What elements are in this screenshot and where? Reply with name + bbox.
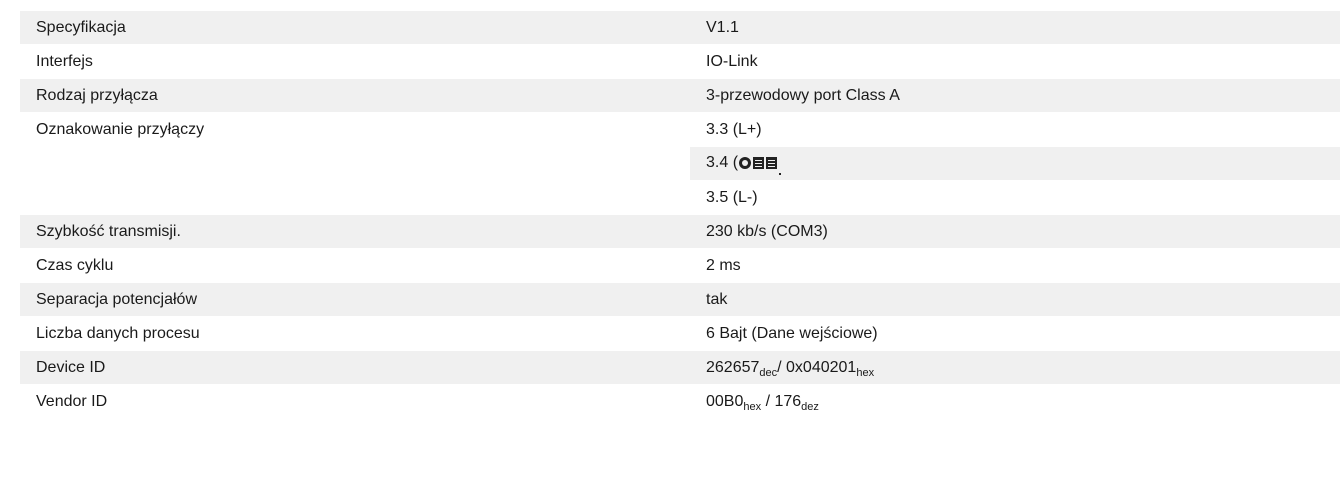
spec-label: Oznakowanie przyłączy (20, 112, 690, 215)
spec-value: 230 kb/s (COM3) (690, 214, 1340, 249)
table-row: Szybkość transmisji. 230 kb/s (COM3) (20, 214, 1340, 249)
spec-value: V1.1 (690, 10, 1340, 45)
spec-value: 6 Bajt (Dane wejściowe) (690, 316, 1340, 351)
connector-symbol-icon (739, 155, 782, 175)
spec-value: 2 ms (690, 248, 1340, 283)
spec-label: Szybkość transmisji. (20, 214, 690, 249)
vendor-id-dec: / 176 (761, 392, 802, 410)
spec-label: Vendor ID (20, 384, 690, 418)
unit-subscript: hex (856, 366, 875, 379)
spec-value: 3.3 (L+) (690, 112, 1340, 147)
spec-value: 3.4 ( (690, 146, 1340, 181)
unit-subscript: hex (743, 400, 762, 413)
spec-label: Device ID (20, 350, 690, 385)
iec-symbol-icon (753, 156, 765, 169)
dot-icon (779, 172, 782, 175)
device-id-dec: 262657 (706, 358, 760, 376)
table-row: Oznakowanie przyłączy 3.3 (L+) (20, 112, 1340, 215)
iec-symbol-icon (766, 156, 778, 169)
spec-label: Liczba danych procesu (20, 316, 690, 351)
vendor-id-hex: 00B0 (706, 392, 744, 410)
table-row: Vendor ID 00B0hex / 176dez (20, 384, 1340, 418)
spec-value: IO-Link (690, 44, 1340, 79)
unit-subscript: dec (759, 366, 778, 379)
table-row: Separacja potencjałów tak (20, 282, 1340, 317)
device-id-hex: / 0x040201 (777, 358, 857, 376)
table-row: Specyfikacja V1.1 (20, 10, 1340, 45)
spec-value: 00B0hex / 176dez (690, 384, 1340, 418)
unit-subscript: dez (801, 400, 819, 413)
spec-label: Interfejs (20, 44, 690, 79)
spec-value: 262657dec/ 0x040201hex (690, 350, 1340, 385)
table-row: Device ID 262657dec/ 0x040201hex (20, 350, 1340, 385)
spec-value-text: 3.4 ( (706, 153, 739, 171)
spec-label: Czas cyklu (20, 248, 690, 283)
spec-value: 3-przewodowy port Class A (690, 78, 1340, 113)
table-row: Interfejs IO-Link (20, 44, 1340, 79)
table-row: Liczba danych procesu 6 Bajt (Dane wejśc… (20, 316, 1340, 351)
spec-label: Rodzaj przyłącza (20, 78, 690, 113)
table-row: Czas cyklu 2 ms (20, 248, 1340, 283)
spec-label: Specyfikacja (20, 10, 690, 45)
spec-value: 3.5 (L-) (690, 180, 1340, 215)
spec-value: tak (690, 282, 1340, 317)
specification-table: Specyfikacja V1.1 Interfejs IO-Link Rodz… (20, 10, 1340, 418)
spec-label: Separacja potencjałów (20, 282, 690, 317)
circle-symbol-icon (739, 156, 752, 169)
table-row: Rodzaj przyłącza 3-przewodowy port Class… (20, 78, 1340, 113)
